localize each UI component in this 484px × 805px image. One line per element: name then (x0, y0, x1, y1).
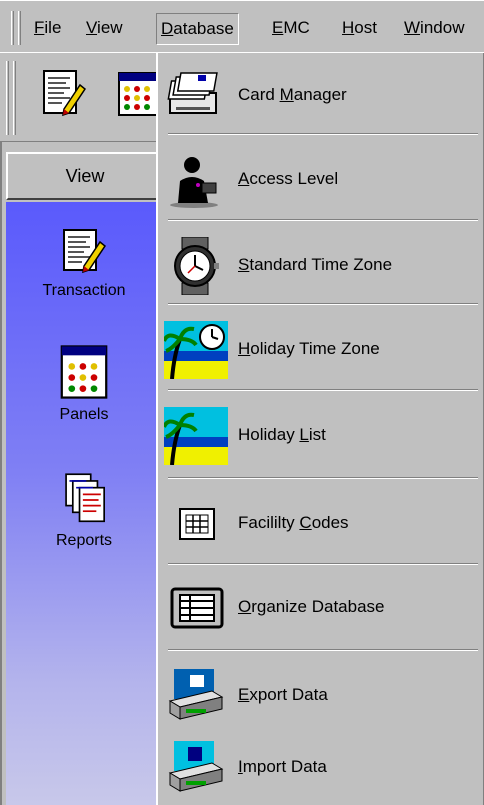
facility-codes-icon (179, 508, 215, 540)
menu-item-label: Export Data (238, 685, 328, 704)
holiday-time-zone-icon (162, 321, 228, 380)
transaction-icon (43, 70, 87, 117)
menu-separator (168, 133, 478, 135)
menu-separator (168, 563, 478, 565)
menu-item-facility-codes[interactable]: Facililty Codes (158, 489, 484, 559)
shortcut-transaction[interactable]: Transaction (6, 226, 162, 300)
watch-icon (174, 236, 219, 296)
menu-separator (168, 219, 478, 221)
menu-item-organize-database[interactable]: Organize Database (158, 573, 484, 643)
toolbar-grip[interactable] (6, 61, 9, 135)
menu-item-label: Import Data (238, 757, 327, 776)
menu-item-import-data[interactable]: Import Data (158, 733, 484, 803)
menu-emc[interactable]: EMC (272, 13, 310, 45)
database-dropdown-menu: Card Manager Access Level Standard Time … (156, 52, 484, 805)
menu-item-label: Standard Time Zone (238, 255, 393, 274)
card-manager-icon (167, 72, 218, 114)
shortcut-label: Transaction (42, 282, 126, 299)
menu-item-access-level[interactable]: Access Level (158, 145, 484, 215)
menu-window[interactable]: Window (404, 13, 464, 45)
menu-item-label: Card Manager (238, 85, 347, 104)
menu-item-label: Holiday Time Zone (238, 339, 380, 358)
menu-separator (168, 389, 478, 391)
transaction-icon (63, 229, 107, 274)
menu-item-card-manager[interactable]: Card Manager (158, 61, 484, 131)
menu-host[interactable]: Host (342, 13, 377, 45)
shortcut-reports[interactable]: Reports (6, 472, 162, 550)
panels-icon (60, 345, 108, 399)
menu-separator (168, 303, 478, 305)
import-data-icon (168, 741, 224, 792)
view-group-header[interactable]: View (6, 152, 162, 200)
menu-separator (168, 477, 478, 479)
holiday-list-icon (162, 407, 228, 466)
menu-bar: File View Database EMC Host Window (0, 0, 484, 52)
menu-separator (168, 649, 478, 651)
menu-database[interactable]: Database (156, 13, 239, 45)
outlook-bar: View Transaction Panels Reports (0, 142, 162, 805)
menu-item-label: Facililty Codes (238, 513, 349, 532)
menu-item-label: Access Level (238, 169, 339, 188)
menu-view[interactable]: View (86, 13, 123, 45)
menu-item-label: Holiday List (238, 425, 326, 444)
shortcut-label: Panels (59, 406, 109, 423)
toolbar-panels-button[interactable] (115, 67, 159, 121)
menubar-grip-2[interactable] (18, 11, 21, 45)
menu-item-holiday-time-zone[interactable]: Holiday Time Zone (158, 315, 484, 385)
reports-icon (65, 473, 105, 523)
shortcut-panels[interactable]: Panels (6, 342, 162, 424)
menubar-grip[interactable] (11, 11, 14, 45)
shortcut-label: Reports (55, 532, 113, 549)
panels-icon (118, 72, 158, 116)
toolbar-transaction-button[interactable] (42, 67, 87, 121)
menu-item-standard-time-zone[interactable]: Standard Time Zone (158, 231, 484, 301)
toolbar (0, 52, 160, 142)
toolbar-grip-2[interactable] (13, 61, 16, 135)
menu-file[interactable]: File (34, 13, 61, 45)
shortcut-area: Transaction Panels Reports (6, 202, 162, 805)
access-level-icon (170, 157, 218, 208)
export-data-icon (168, 669, 224, 720)
menu-item-label: Organize Database (238, 597, 385, 616)
menu-item-holiday-list[interactable]: Holiday List (158, 401, 484, 471)
organize-database-icon (170, 587, 224, 629)
menu-item-export-data[interactable]: Export Data (158, 661, 484, 731)
